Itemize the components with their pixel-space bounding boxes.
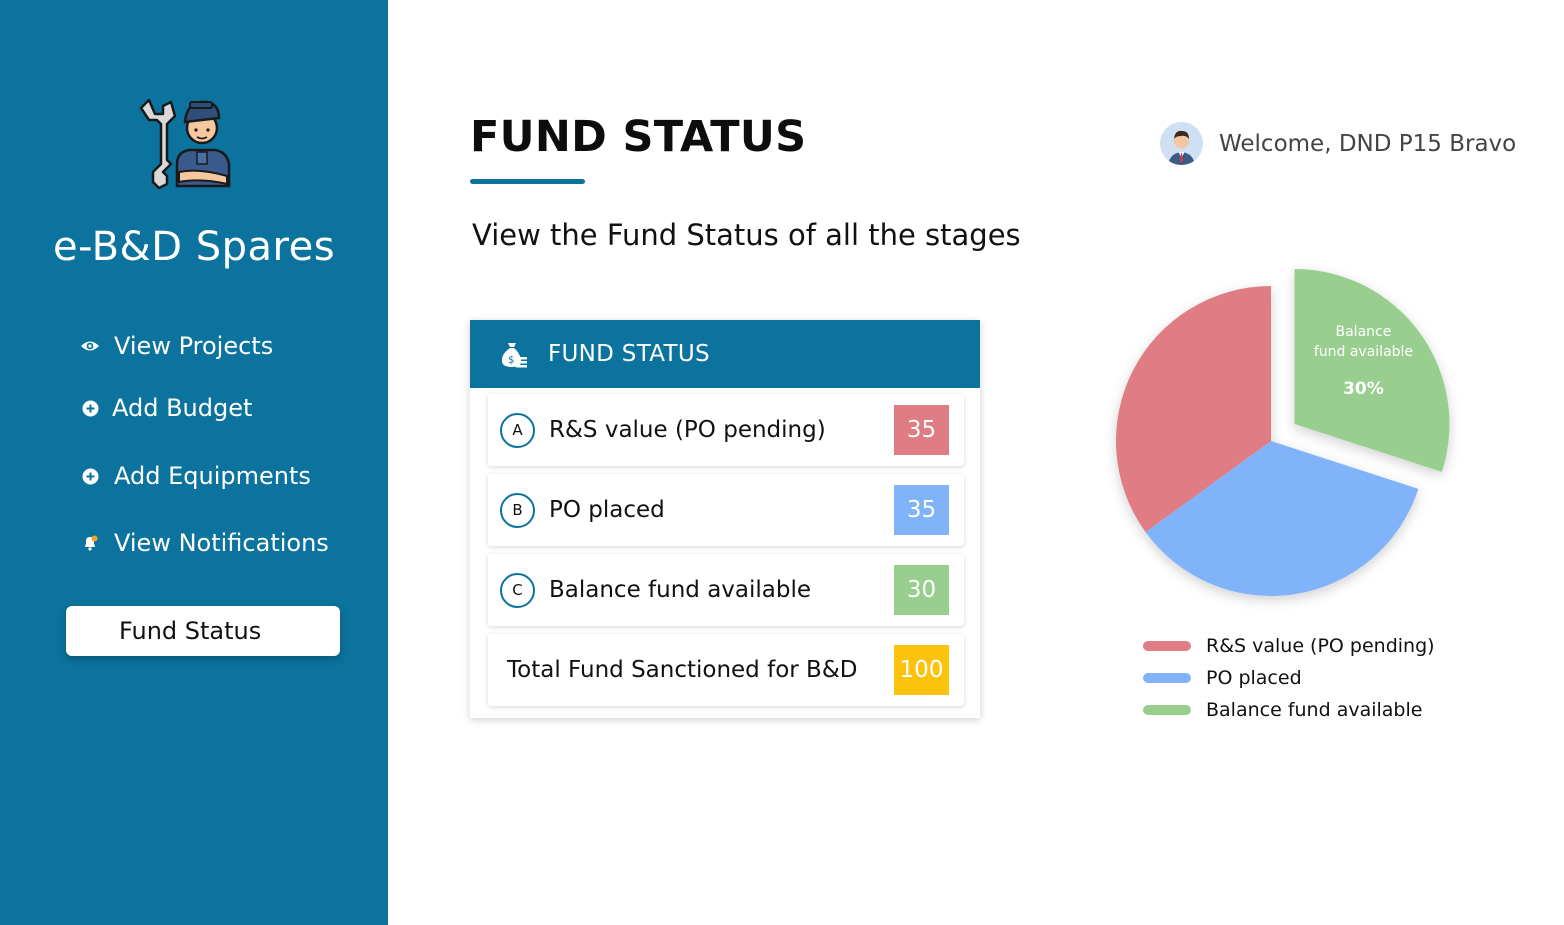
nav-label: Add Budget: [112, 394, 253, 422]
fund-status-card: $ FUND STATUS A R&S value (PO pending) 3…: [470, 320, 980, 718]
slice-value-label: 30%: [1343, 379, 1384, 399]
legend-label: PO placed: [1206, 667, 1302, 689]
row-letter: B: [500, 492, 535, 528]
card-title: FUND STATUS: [548, 341, 710, 367]
page-title: FUND STATUS: [470, 112, 807, 162]
fund-row-balance: C Balance fund available 30: [488, 554, 964, 626]
card-header: $ FUND STATUS: [470, 320, 980, 388]
nav-label: Fund Status: [119, 617, 262, 645]
row-value: 30: [894, 565, 949, 615]
eye-icon: [80, 336, 100, 356]
row-value: 35: [894, 405, 949, 455]
fund-row-total: Total Fund Sanctioned for B&D 100: [488, 634, 964, 706]
money-bag-icon: $: [501, 343, 527, 368]
avatar: [1160, 122, 1203, 165]
nav-label: View Notifications: [114, 529, 329, 557]
plus-circle-icon: [80, 398, 100, 418]
nav-label: Add Equipments: [114, 462, 311, 490]
title-underline: [470, 179, 585, 184]
nav-view-projects[interactable]: View Projects: [80, 332, 273, 360]
nav-add-budget[interactable]: Add Budget: [80, 394, 252, 422]
nav-label: View Projects: [114, 332, 274, 360]
app-brand: e-B&D Spares: [52, 224, 336, 270]
nav-view-notifications[interactable]: View Notifications: [80, 529, 329, 557]
svg-text:$: $: [508, 355, 514, 366]
slice-category-label: fund available: [1314, 344, 1413, 360]
legend-label: R&S value (PO pending): [1206, 635, 1435, 657]
legend-item: R&S value (PO pending): [1143, 630, 1435, 662]
slice-category-label: Balance: [1336, 324, 1392, 340]
row-value: 100: [894, 645, 949, 695]
row-letter: C: [500, 572, 535, 608]
legend-item: Balance fund available: [1143, 694, 1435, 726]
fund-row-po-placed: B PO placed 35: [488, 474, 964, 546]
legend-label: Balance fund available: [1206, 699, 1423, 721]
legend-swatch: [1143, 705, 1191, 715]
row-label: PO placed: [549, 497, 665, 523]
pie-slice-balance-fund-available: [1294, 268, 1450, 472]
legend-item: PO placed: [1143, 662, 1435, 694]
mechanic-logo-icon: [139, 98, 231, 190]
bell-icon: [80, 533, 100, 553]
nav-fund-status-active[interactable]: Fund Status: [66, 606, 340, 656]
row-label: Total Fund Sanctioned for B&D: [507, 657, 858, 683]
chart-legend: R&S value (PO pending) PO placed Balance…: [1143, 630, 1435, 726]
row-label: R&S value (PO pending): [549, 417, 826, 443]
sidebar: e-B&D Spares View Projects Add Budget Ad…: [0, 0, 388, 925]
row-letter: A: [500, 412, 535, 448]
fund-row-rs-value: A R&S value (PO pending) 35: [488, 394, 964, 466]
fund-pie-chart: Balance fund available 30%: [1116, 268, 1450, 596]
user-welcome[interactable]: Welcome, DND P15 Bravo: [1160, 122, 1516, 165]
legend-swatch: [1143, 673, 1191, 683]
nav-add-equipments[interactable]: Add Equipments: [80, 462, 311, 490]
legend-swatch: [1143, 641, 1191, 651]
row-label: Balance fund available: [549, 577, 812, 603]
welcome-text: Welcome, DND P15 Bravo: [1219, 130, 1517, 157]
row-value: 35: [894, 485, 949, 535]
page-subtitle: View the Fund Status of all the stages: [472, 218, 1021, 252]
plus-circle-icon: [80, 466, 100, 486]
